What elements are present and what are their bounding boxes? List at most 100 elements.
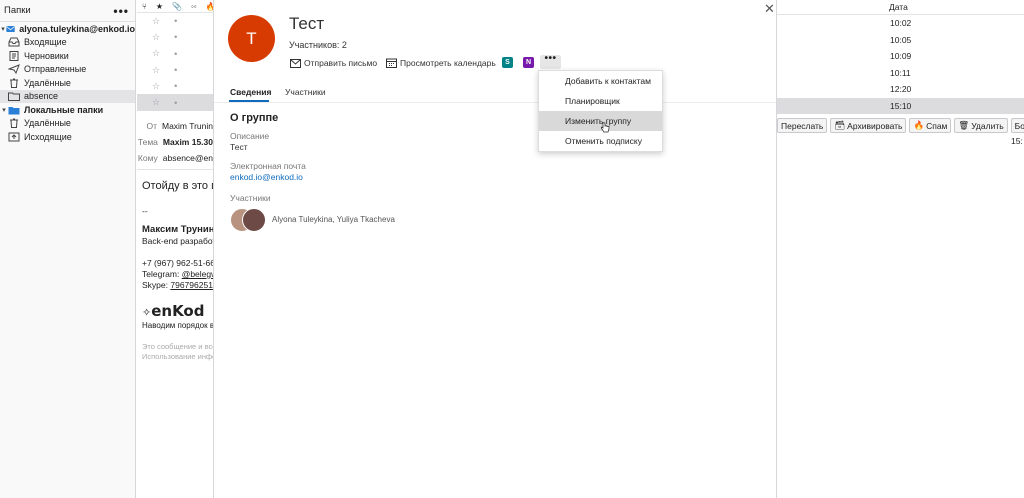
sharepoint-icon[interactable]: S bbox=[502, 57, 513, 68]
message-list-strip: ⑂ ★ 📎 ◦◦ 🔥 ☆ • ☆ • ☆ • ☆ • ☆ • ☆ • bbox=[137, 0, 216, 111]
local-folder-outbox[interactable]: Исходящие bbox=[0, 130, 135, 144]
local-folder-icon bbox=[8, 106, 20, 115]
archive-button[interactable]: 🗃 Архивировать bbox=[830, 118, 907, 133]
menu-item-unsubscribe[interactable]: Отменить подписку bbox=[539, 131, 662, 151]
skype-link[interactable]: 7967962516 bbox=[170, 280, 213, 290]
signature-skype: Skype: 7967962516 bbox=[142, 280, 213, 290]
message-date-cell[interactable]: 10:05 bbox=[777, 32, 1024, 49]
from-label: От bbox=[146, 121, 157, 131]
delete-button[interactable]: 🗑 Удалить bbox=[954, 118, 1008, 133]
subject-line: Тема Maxim 15.30 bbox=[137, 134, 213, 150]
folder-sent[interactable]: Отправленные bbox=[0, 63, 135, 77]
read-dot-icon[interactable]: • bbox=[174, 81, 177, 91]
read-dot-icon[interactable]: • bbox=[174, 16, 177, 26]
message-row[interactable]: ☆ • bbox=[137, 13, 213, 29]
attachment-column-icon[interactable]: 📎 bbox=[172, 2, 182, 11]
local-folder-trash[interactable]: Удалённые bbox=[0, 117, 135, 131]
members-label: Участники bbox=[230, 193, 271, 203]
star-icon[interactable]: ☆ bbox=[152, 65, 160, 76]
spam-button[interactable]: 🔥 Спам bbox=[909, 118, 952, 133]
tab-members[interactable]: Участники bbox=[285, 87, 326, 97]
read-dot-icon[interactable]: • bbox=[174, 32, 177, 42]
read-dot-icon[interactable]: • bbox=[174, 65, 177, 75]
message-time: 15: bbox=[1011, 136, 1023, 146]
read-dot-icon[interactable]: • bbox=[174, 49, 177, 59]
onenote-icon[interactable]: N bbox=[523, 57, 534, 68]
subject-value: Maxim 15.30 bbox=[162, 137, 213, 147]
account-row[interactable]: ▾ alyona.tuleykina@enkod.io bbox=[0, 22, 135, 36]
member-avatar[interactable] bbox=[242, 208, 266, 232]
folder-label: Исходящие bbox=[24, 131, 72, 142]
message-row[interactable]: ☆ • bbox=[137, 29, 213, 45]
account-label: alyona.tuleykina@enkod.io bbox=[19, 23, 135, 34]
star-icon[interactable]: ☆ bbox=[152, 48, 160, 59]
star-icon[interactable]: ☆ bbox=[152, 16, 160, 27]
menu-item-scheduler[interactable]: Планировщик bbox=[539, 91, 662, 111]
send-mail-button[interactable]: Отправить письмо bbox=[290, 56, 377, 70]
body-text: Отойду в это в bbox=[142, 180, 213, 192]
about-group-title: О группе bbox=[230, 112, 279, 124]
message-toolbar: Переслать 🗃 Архивировать 🔥 Спам 🗑 Удалить Б… bbox=[777, 118, 1024, 133]
folder-trash[interactable]: Удалённые bbox=[0, 76, 135, 90]
trash-icon bbox=[10, 118, 18, 129]
folder-label: absence bbox=[24, 91, 59, 102]
menu-item-add-to-contacts[interactable]: Добавить к контактам bbox=[539, 71, 662, 91]
signature-phone: +7 (967) 962-51-66 bbox=[142, 258, 213, 268]
local-folders-row[interactable]: ▾ Локальные папки bbox=[0, 103, 135, 117]
message-preview: От Maxim Trunin Тема Maxim 15.30 Кому ab… bbox=[137, 118, 213, 498]
collapse-chevron-icon[interactable]: ▾ bbox=[0, 106, 8, 114]
star-column-icon[interactable]: ★ bbox=[156, 2, 163, 11]
inbox-icon bbox=[8, 37, 20, 47]
hand-cursor-icon bbox=[600, 122, 610, 133]
to-value[interactable]: absence@en bbox=[163, 153, 213, 163]
date-column-header[interactable]: Дата bbox=[777, 0, 1024, 15]
message-row[interactable]: ☆ • bbox=[137, 78, 213, 94]
folder-drafts[interactable]: Черновики bbox=[0, 49, 135, 63]
star-icon[interactable]: ☆ bbox=[152, 32, 160, 43]
message-date-cell[interactable]: 10:11 bbox=[777, 65, 1024, 82]
email-link[interactable]: enkod.io@enkod.io bbox=[230, 172, 303, 182]
members-list[interactable]: Alyona Tuleykina, Yuliya Tkacheva bbox=[272, 215, 395, 224]
trash-icon: 🗑 bbox=[958, 120, 970, 130]
draft-icon bbox=[9, 50, 19, 61]
group-title: Тест bbox=[289, 14, 325, 33]
local-folders-label: Локальные папки bbox=[24, 104, 104, 115]
message-date-cell-selected[interactable]: 15:10 bbox=[777, 97, 1024, 114]
outbox-icon bbox=[8, 132, 20, 142]
message-date-cell[interactable]: 12:20 bbox=[777, 81, 1024, 98]
telegram-link[interactable]: @belegw bbox=[182, 269, 213, 279]
view-calendar-button[interactable]: Просмотреть календарь bbox=[386, 56, 496, 70]
telegram-label: Telegram: bbox=[142, 269, 180, 279]
folder-pane-title: Папки bbox=[4, 5, 31, 16]
signature-tagline: Наводим порядок в bbox=[142, 321, 213, 330]
forward-button[interactable]: Переслать bbox=[777, 118, 828, 133]
folder-label: Входящие bbox=[24, 37, 67, 48]
folder-label: Черновики bbox=[24, 50, 69, 61]
from-value[interactable]: Maxim Trunin bbox=[162, 121, 213, 131]
thread-column-icon[interactable]: ⑂ bbox=[142, 2, 147, 11]
skype-label: Skype: bbox=[142, 280, 168, 290]
read-dot-icon[interactable]: • bbox=[174, 98, 177, 108]
more-button[interactable]: Больше▾ bbox=[1010, 118, 1024, 133]
folder-pane-menu-button[interactable]: ••• bbox=[113, 5, 129, 17]
star-icon[interactable]: ☆ bbox=[152, 81, 160, 92]
more-actions-button[interactable]: ••• bbox=[540, 54, 561, 69]
message-row-selected[interactable]: ☆ • bbox=[137, 94, 213, 111]
archive-icon: 🗃 bbox=[834, 120, 846, 130]
message-date-cell[interactable]: 10:09 bbox=[777, 48, 1024, 65]
folder-label: Удалённые bbox=[24, 118, 71, 129]
close-icon[interactable]: ✕ bbox=[764, 1, 775, 17]
description-label: Описание bbox=[230, 131, 270, 141]
mail-icon bbox=[290, 58, 301, 68]
folder-icon bbox=[8, 92, 20, 102]
message-row[interactable]: ☆ • bbox=[137, 46, 213, 62]
star-icon[interactable]: ☆ bbox=[152, 97, 160, 108]
disclaimer-line: Использование инфо bbox=[142, 352, 213, 361]
tabs-divider bbox=[214, 102, 776, 103]
read-column-icon[interactable]: ◦◦ bbox=[191, 2, 197, 11]
tab-details[interactable]: Сведения bbox=[230, 87, 271, 97]
folder-absence[interactable]: absence bbox=[0, 89, 135, 103]
message-date-cell[interactable]: 10:02 bbox=[777, 15, 1024, 32]
folder-inbox[interactable]: Входящие bbox=[0, 36, 135, 50]
message-row[interactable]: ☆ • bbox=[137, 62, 213, 78]
